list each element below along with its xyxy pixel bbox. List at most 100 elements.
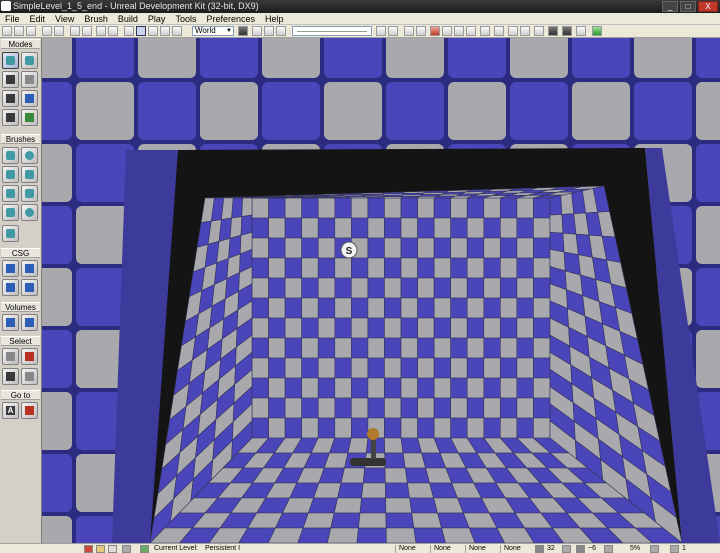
separator xyxy=(395,545,396,553)
filter-icon[interactable] xyxy=(416,26,426,36)
invert-selection-button[interactable] xyxy=(2,368,19,385)
binoculars-icon[interactable] xyxy=(238,26,248,36)
matinee-icon[interactable] xyxy=(108,26,118,36)
lighting-only-icon[interactable] xyxy=(442,26,452,36)
csg-intersect-button[interactable] xyxy=(2,279,19,296)
build-lighting-icon[interactable] xyxy=(264,26,274,36)
realtime-icon[interactable] xyxy=(404,26,414,36)
spiral-stair-button[interactable] xyxy=(2,204,19,221)
build-geometry-icon[interactable] xyxy=(252,26,262,36)
csg-add-button[interactable] xyxy=(2,260,19,277)
grid-icon[interactable] xyxy=(535,545,544,553)
play-console-icon[interactable] xyxy=(494,26,504,36)
coordinate-system-select[interactable]: World ▼ xyxy=(192,26,234,36)
select-arrow-icon[interactable] xyxy=(124,26,134,36)
rotation-icon[interactable] xyxy=(576,545,585,553)
add-special-volume-button[interactable] xyxy=(21,314,38,331)
publish-icon[interactable] xyxy=(520,26,530,36)
lock-icon[interactable] xyxy=(670,545,679,553)
save-icon[interactable] xyxy=(26,26,36,36)
new-icon[interactable] xyxy=(2,26,12,36)
csg-subtract-button[interactable] xyxy=(21,260,38,277)
monitor-icon[interactable] xyxy=(548,26,558,36)
drag-grid-toggle-icon[interactable] xyxy=(84,545,93,553)
texture-align-button[interactable] xyxy=(21,71,38,88)
translate-icon[interactable] xyxy=(136,26,146,36)
csg-header: CSG xyxy=(1,248,40,258)
kismet-icon[interactable] xyxy=(96,26,106,36)
autosave-icon[interactable] xyxy=(650,545,659,553)
camera-speed-icon[interactable] xyxy=(276,26,286,36)
cylinder-brush-button[interactable] xyxy=(2,166,19,183)
cube-brush-button[interactable] xyxy=(2,147,19,164)
select-all-button[interactable] xyxy=(2,348,19,365)
drag-grid-slider[interactable] xyxy=(292,26,372,36)
curved-stair-button[interactable] xyxy=(21,166,38,183)
scale-icon[interactable] xyxy=(604,545,613,553)
perspective-viewport[interactable]: S xyxy=(42,38,720,543)
csg-deintersect-button[interactable] xyxy=(21,279,38,296)
play-in-editor-icon[interactable] xyxy=(592,26,602,36)
menu-file[interactable]: File xyxy=(0,13,25,24)
camera-mode-button[interactable] xyxy=(2,52,19,69)
build-paths-icon[interactable] xyxy=(376,26,386,36)
eye-mode-button[interactable] xyxy=(2,109,19,126)
scale-snap-icon[interactable] xyxy=(108,545,117,553)
menu-brush[interactable]: Brush xyxy=(79,13,113,24)
cone-brush-button[interactable] xyxy=(21,147,38,164)
geometry-mode-button[interactable] xyxy=(21,52,38,69)
rotation-value[interactable]: ~6 xyxy=(588,544,596,553)
rotate-icon[interactable] xyxy=(148,26,158,36)
rotation-snap-icon[interactable] xyxy=(562,545,571,553)
scale-value[interactable]: 5% xyxy=(630,544,640,553)
snap-toggle-icon[interactable] xyxy=(96,545,105,553)
linear-stair-button[interactable] xyxy=(2,185,19,202)
light-actor-icon[interactable]: S xyxy=(340,241,358,259)
undo-icon[interactable] xyxy=(42,26,52,36)
menu-edit[interactable]: Edit xyxy=(25,13,51,24)
open-icon[interactable] xyxy=(14,26,24,36)
status-bar: Current Level: Persistent I None None No… xyxy=(0,543,720,553)
menu-bar: File Edit View Brush Build Play Tools Pr… xyxy=(0,13,720,25)
close-button[interactable]: X xyxy=(698,1,718,12)
nonuniform-scale-icon[interactable] xyxy=(172,26,182,36)
pie-console-icon[interactable] xyxy=(562,26,572,36)
grid-value[interactable]: 32 xyxy=(547,544,555,553)
mobile-icon[interactable] xyxy=(576,26,586,36)
select-none-button[interactable] xyxy=(21,348,38,365)
menu-tools[interactable]: Tools xyxy=(170,13,201,24)
redo-icon[interactable] xyxy=(54,26,64,36)
wireframe-icon[interactable] xyxy=(454,26,464,36)
mesh-paint-button[interactable] xyxy=(2,90,19,107)
unlit-icon[interactable] xyxy=(466,26,476,36)
sheet-brush-button[interactable] xyxy=(21,185,38,202)
cube-brush-icon xyxy=(6,151,15,160)
static-mesh-button[interactable] xyxy=(21,90,38,107)
cook-icon[interactable] xyxy=(508,26,518,36)
menu-play[interactable]: Play xyxy=(143,13,171,24)
hide-selected-button[interactable] xyxy=(21,368,38,385)
scale-icon[interactable] xyxy=(160,26,170,36)
build-all-icon[interactable] xyxy=(388,26,398,36)
foliage-mode-button[interactable] xyxy=(21,109,38,126)
volumetric-brush-button[interactable] xyxy=(2,225,19,242)
goto-builder-brush-button[interactable] xyxy=(21,402,38,419)
menu-help[interactable]: Help xyxy=(260,13,289,24)
current-level-value[interactable]: Persistent I xyxy=(205,544,240,553)
record-icon[interactable] xyxy=(430,26,440,36)
menu-view[interactable]: View xyxy=(50,13,79,24)
content-browser-icon[interactable] xyxy=(70,26,80,36)
menu-build[interactable]: Build xyxy=(113,13,143,24)
menu-preferences[interactable]: Preferences xyxy=(201,13,260,24)
maximize-button[interactable]: □ xyxy=(680,1,696,12)
spiral-stair-icon xyxy=(6,208,15,217)
level-icon[interactable] xyxy=(122,545,131,553)
remote-icon[interactable] xyxy=(534,26,544,36)
terrain-mode-button[interactable] xyxy=(2,71,19,88)
add-volume-button[interactable] xyxy=(2,314,19,331)
actor-browser-icon[interactable] xyxy=(82,26,92,36)
sphere-brush-button[interactable] xyxy=(21,204,38,221)
detail-icon[interactable] xyxy=(480,26,490,36)
goto-actor-button[interactable]: A xyxy=(2,402,19,419)
minimize-button[interactable]: _ xyxy=(662,1,678,12)
